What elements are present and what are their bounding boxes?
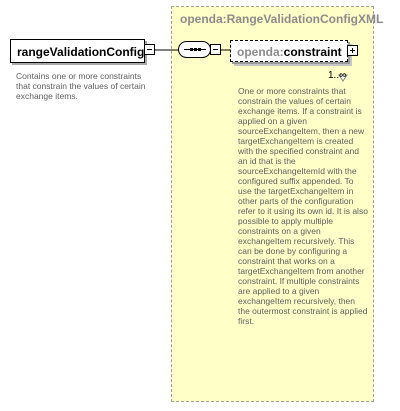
root-element-box[interactable]: rangeValidationConfig: [10, 39, 145, 63]
root-collapse-icon[interactable]: [144, 44, 155, 55]
child-element-description: One or more constraints that constrain t…: [238, 86, 368, 326]
sequence-collapse-icon[interactable]: [210, 44, 221, 55]
root-element-description: Contains one or more constraints that co…: [16, 71, 146, 101]
child-element-name: constraint: [283, 45, 342, 59]
root-element-name: rangeValidationConfig: [17, 45, 145, 59]
child-element-box[interactable]: openda:constraint: [230, 40, 348, 62]
child-element-label: openda:constraint: [237, 45, 342, 59]
child-element-prefix: openda:: [237, 45, 284, 59]
sequence-icon: [184, 48, 206, 51]
child-expand-icon[interactable]: [347, 45, 358, 56]
sequence-compositor: [178, 41, 211, 58]
child-cardinality: 1..∞: [328, 70, 347, 81]
